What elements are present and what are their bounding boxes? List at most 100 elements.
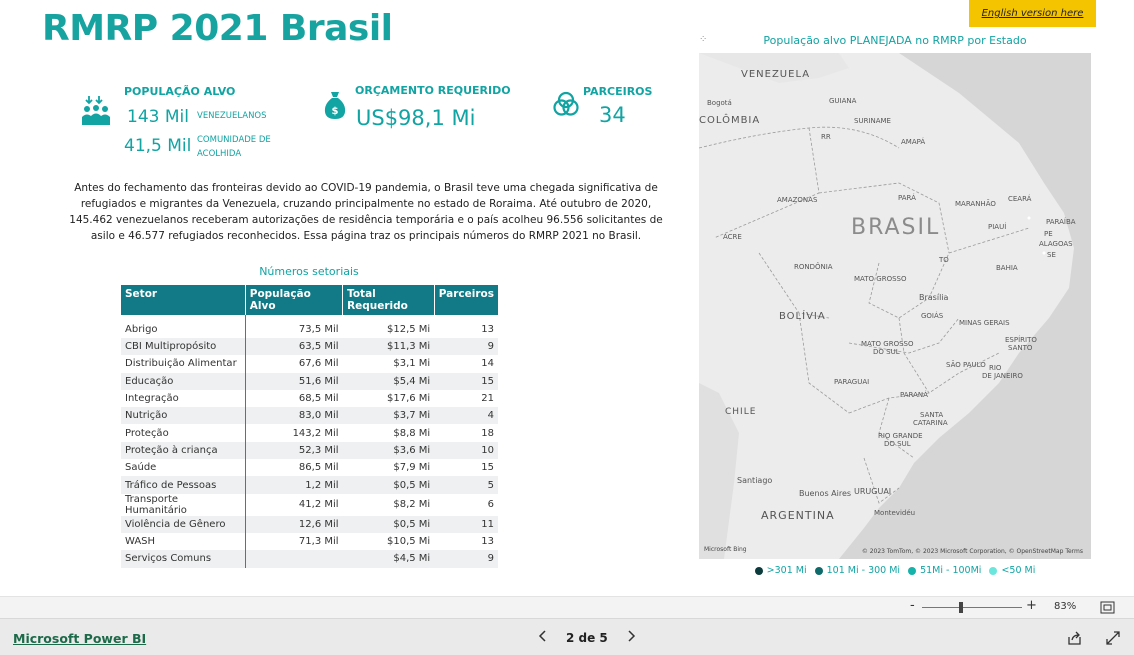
cell-total: $3,1 Mi <box>342 355 435 373</box>
cell-total: $8,8 Mi <box>342 424 435 442</box>
kpi-orcamento-heading: ORÇAMENTO REQUERIDO <box>355 84 511 97</box>
map-label-argentina: ARGENTINA <box>761 509 835 522</box>
map-label-parana: PARANÁ <box>900 391 928 399</box>
table-row[interactable]: Violência de Gênero 12,6 Mil $0,5 Mi 11 <box>121 515 498 533</box>
map-label-colombia: COLÔMBIA <box>699 115 761 126</box>
legend-label: <50 Mi <box>1001 565 1036 576</box>
map-label-montevideu: Montevidéu <box>874 509 916 517</box>
cell-setor: Integração <box>121 389 246 408</box>
cell-total: $3,6 Mi <box>342 441 435 460</box>
cell-parceiros: 9 <box>434 550 498 568</box>
map-label-sc-2: CATARINA <box>913 419 948 427</box>
column-header-parceiros[interactable]: Parceiros <box>433 285 498 315</box>
cell-setor: Nutrição <box>121 407 246 425</box>
legend-item[interactable]: 101 Mi - 300 Mi <box>814 565 901 576</box>
previous-page-button[interactable] <box>538 630 548 645</box>
table-header-row: Setor População Alvo Total Requerido Par… <box>121 285 498 315</box>
legend-dot <box>908 566 917 575</box>
map-label-brasilia: Brasília <box>919 293 949 302</box>
map-label-mato-grosso: MATO GROSSO <box>854 275 907 283</box>
map-credit[interactable]: © 2023 TomTom, © 2023 Microsoft Corporat… <box>862 548 1083 555</box>
map-label-es-2: SANTO <box>1008 344 1033 352</box>
legend-dot <box>754 566 763 575</box>
legend-item[interactable]: 51Mi - 100Mi <box>908 565 981 576</box>
cell-parceiros: 6 <box>434 493 498 516</box>
table-row[interactable]: WASH 71,3 Mil $10,5 Mi 13 <box>121 532 498 551</box>
cell-populacao: 71,3 Mil <box>245 532 343 551</box>
legend-label: >301 Mi <box>766 565 807 576</box>
cell-populacao: 73,5 Mil <box>245 315 343 338</box>
cell-setor: Transporte Humanitário <box>121 493 246 516</box>
kpi-comunidade-label-2: ACOLHIDA <box>197 149 242 159</box>
map-label-pe: PE <box>1044 230 1053 238</box>
table-row[interactable]: Abrigo 73,5 Mil $12,5 Mi 13 <box>121 315 498 338</box>
table-row[interactable]: Integração 68,5 Mil $17,6 Mi 21 <box>121 389 498 408</box>
table-row[interactable]: CBI Multipropósito 63,5 Mil $11,3 Mi 9 <box>121 338 498 356</box>
table-row[interactable]: Proteção à criança 52,3 Mil $3,6 Mi 10 <box>121 441 498 460</box>
people-icon <box>82 96 110 125</box>
table-row[interactable]: Saúde 86,5 Mil $7,9 Mi 15 <box>121 459 498 477</box>
cell-total: $8,2 Mi <box>342 493 435 516</box>
zoom-in-button[interactable]: + <box>1026 598 1037 613</box>
zoom-bar: - + 83% <box>0 596 1134 618</box>
map-label-rj-2: DE JANEIRO <box>982 372 1023 380</box>
map-label-bahia: BAHIA <box>996 264 1018 272</box>
next-page-button[interactable] <box>626 630 636 645</box>
column-header-setor[interactable]: Setor <box>121 285 246 315</box>
cell-total: $4,5 Mi <box>342 550 435 568</box>
cell-parceiros: 10 <box>434 441 498 460</box>
cell-setor: Tráfico de Pessoas <box>121 476 246 494</box>
zoom-slider[interactable] <box>922 602 1022 613</box>
fullscreen-icon[interactable] <box>1106 631 1120 645</box>
map-label-es-1: ESPÍRITO <box>1005 336 1037 344</box>
intro-text: Antes do fechamento das fronteiras devid… <box>69 182 663 242</box>
cell-parceiros: 4 <box>434 407 498 425</box>
partners-icon <box>553 91 579 116</box>
zoom-out-button[interactable]: - <box>910 598 915 613</box>
map-legend: >301 Mi 101 Mi - 300 Mi 51Mi - 100Mi <50 Mi <box>700 565 1090 576</box>
share-icon[interactable] <box>1067 631 1082 645</box>
table-row[interactable]: Tráfico de Pessoas 1,2 Mil $0,5 Mi 5 <box>121 476 498 494</box>
power-bi-link[interactable]: Microsoft Power BI <box>13 631 146 646</box>
table-row[interactable]: Nutrição 83,0 Mil $3,7 Mi 4 <box>121 407 498 425</box>
cell-populacao: 143,2 Mil <box>245 424 343 442</box>
fit-to-page-icon[interactable] <box>1100 601 1115 614</box>
cell-parceiros: 15 <box>434 459 498 477</box>
column-header-populacao[interactable]: População Alvo <box>244 285 343 315</box>
legend-item[interactable]: >301 Mi <box>754 565 807 576</box>
cell-parceiros: 18 <box>434 424 498 442</box>
brazil-map[interactable]: VENEZUELA GUIANA SURINAME Bogotá COLÔMBI… <box>699 53 1091 559</box>
cell-total: $0,5 Mi <box>342 515 435 533</box>
cell-populacao: 86,5 Mil <box>245 459 343 477</box>
column-header-total[interactable]: Total Requerido <box>342 285 435 315</box>
cell-setor: Proteção <box>121 424 246 442</box>
table-row[interactable]: Distribuição Alimentar 67,6 Mil $3,1 Mi 14 <box>121 355 498 373</box>
map-label-guiana: GUIANA <box>829 97 857 105</box>
map-title: População alvo PLANEJADA no RMRP por Est… <box>763 34 1027 47</box>
cell-total: $17,6 Mi <box>342 389 435 408</box>
kpi-parceiros-value: 34 <box>599 103 626 127</box>
map-label-rr: RR <box>821 133 831 141</box>
map-label-venezuela: VENEZUELA <box>741 69 811 80</box>
map-label-suriname: SURINAME <box>854 117 891 125</box>
legend-label: 101 Mi - 300 Mi <box>826 565 901 576</box>
cell-setor: WASH <box>121 532 246 551</box>
map-label-brasil: BRASIL <box>851 215 941 240</box>
table-row[interactable]: Educação 51,6 Mil $5,4 Mi 15 <box>121 372 498 390</box>
legend-item[interactable]: <50 Mi <box>989 565 1035 576</box>
cell-total: $0,5 Mi <box>342 476 435 494</box>
cell-populacao: 68,5 Mil <box>245 389 343 408</box>
map-label-alagoas: ALAGOAS <box>1039 240 1073 248</box>
cell-populacao: 63,5 Mil <box>245 338 343 356</box>
table-row[interactable]: Proteção 143,2 Mil $8,8 Mi 18 <box>121 424 498 442</box>
map-label-chile: CHILE <box>725 407 757 417</box>
kpi-venezuelanos-label: VENEZUELANOS <box>197 111 267 121</box>
kpi-orcamento-value: US$98,1 Mi <box>356 106 476 130</box>
table-row[interactable]: Serviços Comuns $4,5 Mi 9 <box>121 550 498 568</box>
cell-setor: Saúde <box>121 459 246 477</box>
english-version-button[interactable]: English version here <box>969 0 1096 27</box>
cell-populacao: 67,6 Mil <box>245 355 343 373</box>
money-bag-icon: $ <box>324 92 346 119</box>
table-row[interactable]: Transporte Humanitário 41,2 Mil $8,2 Mi 6 <box>121 493 498 516</box>
zoom-slider-thumb[interactable] <box>958 602 963 613</box>
